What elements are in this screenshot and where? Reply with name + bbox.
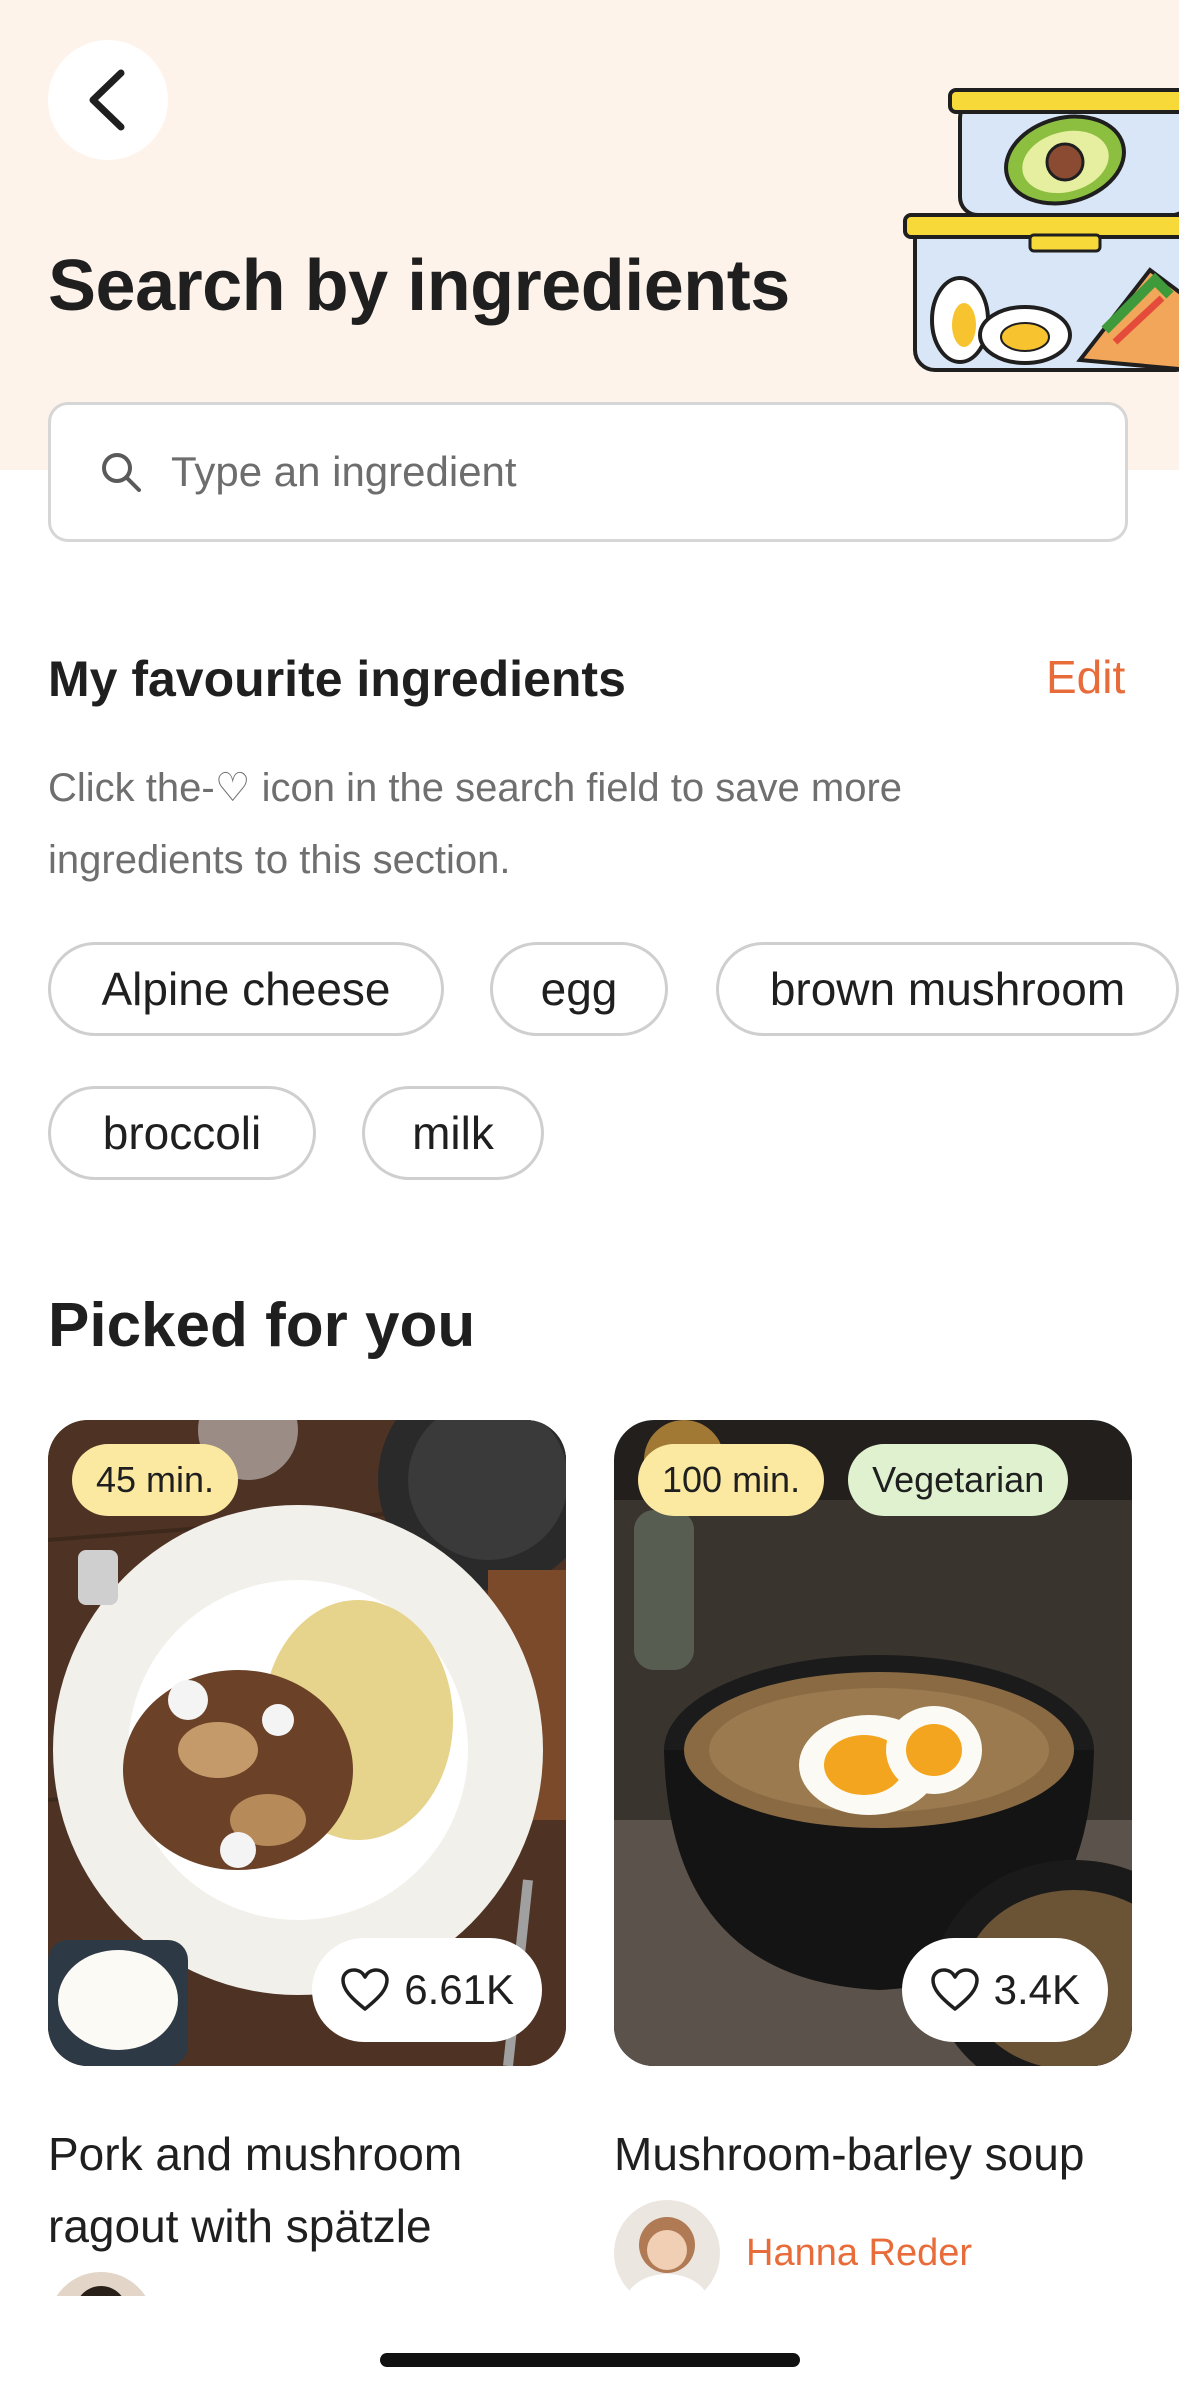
author-name[interactable]: Hanna Reder <box>746 2232 972 2275</box>
page-title: Search by ingredients <box>48 246 790 326</box>
back-button[interactable] <box>48 40 168 160</box>
search-field[interactable] <box>48 402 1128 542</box>
heart-icon <box>341 1968 389 2011</box>
like-count: 3.4K <box>993 1966 1080 2013</box>
like-count: 6.61K <box>404 1966 514 2013</box>
ingredient-chip[interactable]: Alpine cheese <box>48 942 444 1036</box>
chevron-left-icon <box>89 69 125 131</box>
recipe-author[interactable]: Hanna Reder <box>614 2200 1132 2306</box>
bottom-safe-area <box>0 2296 1179 2396</box>
recipe-image[interactable]: 45 min. 6.61K <box>48 1420 566 2066</box>
ingredient-chip[interactable]: egg <box>490 942 668 1036</box>
author-avatar <box>614 2200 720 2306</box>
favourites-title: My favourite ingredients <box>48 651 626 707</box>
search-icon <box>99 450 143 494</box>
recipe-title[interactable]: Mushroom-barley soup <box>614 2118 1132 2190</box>
cooking-time-badge: 45 min. <box>72 1444 239 1516</box>
picked-for-you-title: Picked for you <box>48 1291 476 1360</box>
recipe-title[interactable]: Pork and mushroom ragout with spätzle <box>48 2118 566 2262</box>
home-indicator[interactable] <box>380 2353 800 2367</box>
like-button[interactable]: 3.4K <box>901 1938 1108 2042</box>
ingredient-chip[interactable]: milk <box>362 1086 544 1180</box>
cooking-time-badge: 100 min. <box>638 1444 825 1516</box>
lunchbox-illustration <box>900 80 1179 380</box>
vegetarian-badge: Vegetarian <box>848 1444 1069 1516</box>
recipe-card[interactable]: 45 min. 6.61K Pork and mushroom ragout w… <box>48 1420 566 2378</box>
heart-icon <box>930 1968 979 2011</box>
favourites-description: Click the-♡ icon in the search field to … <box>48 766 903 882</box>
recipe-image[interactable]: 100 min. Vegetarian 3.4K <box>614 1420 1132 2066</box>
like-button[interactable]: 6.61K <box>312 1938 542 2042</box>
recipe-card[interactable]: 100 min. Vegetarian 3.4K Mushroom-barley… <box>614 1420 1132 2306</box>
ingredient-chip[interactable]: brown mushroom <box>716 942 1179 1036</box>
search-input[interactable] <box>169 447 1073 497</box>
ingredient-chip[interactable]: broccoli <box>48 1086 316 1180</box>
edit-favourites-link[interactable]: Edit <box>1046 650 1125 704</box>
